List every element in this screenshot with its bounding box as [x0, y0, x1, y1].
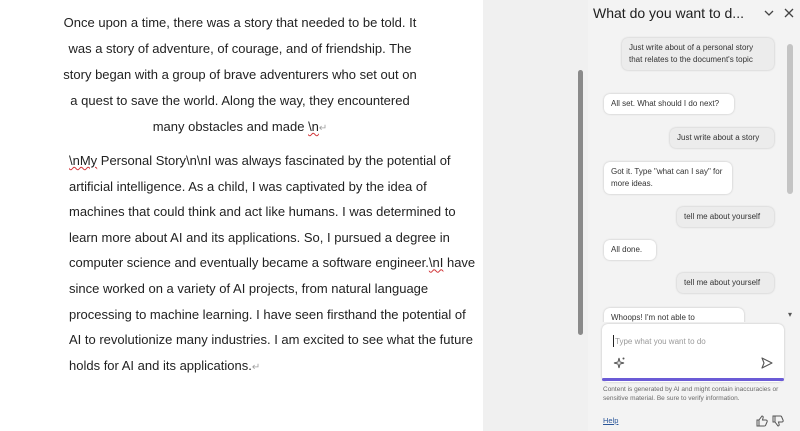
paragraph-story-text-1: Personal Story\n\nI was always fascinate… [69, 153, 456, 271]
document-paragraph-story[interactable]: \nMy Personal Story\n\nI was always fasc… [69, 148, 479, 380]
text-caret [613, 335, 614, 347]
paragraph-mark-icon: ↵ [318, 123, 328, 134]
thumbs-up-icon[interactable] [755, 414, 769, 428]
thumbs-down-icon[interactable] [771, 414, 785, 428]
misspelled-word: \nI [428, 255, 444, 271]
ai-disclaimer: Content is generated by AI and might con… [603, 386, 779, 402]
scroll-down-arrow-icon[interactable]: ▾ [785, 310, 795, 320]
chat-message-assistant: All set. What should I do next? [604, 94, 734, 114]
copilot-pane: What do you want to d... Just write abou… [588, 0, 800, 431]
paragraph-mark-icon: ↵ [251, 361, 261, 373]
paragraph-intro-text: Once upon a time, there was a story that… [63, 15, 417, 134]
pane-header: What do you want to d... [588, 0, 800, 28]
pane-scrollbar-thumb[interactable] [787, 44, 793, 194]
compose-box[interactable] [602, 324, 784, 382]
misspelled-word: \nMy [69, 153, 98, 168]
pane-title: What do you want to d... [593, 5, 744, 21]
compose-accent-bar [602, 378, 784, 381]
chat-message-user: Just write about a story [670, 128, 774, 148]
sparkle-icon[interactable] [612, 356, 626, 370]
chat-message-assistant: Whoops! I'm not able to [604, 308, 744, 322]
chevron-down-icon[interactable] [762, 5, 776, 21]
newline-escape-text: \n [308, 119, 319, 134]
send-icon[interactable] [760, 356, 774, 370]
prompt-input[interactable] [615, 333, 775, 349]
document-scrollbar[interactable] [578, 70, 583, 335]
chat-message-assistant: All done. [604, 240, 656, 260]
document-paragraph-intro[interactable]: Once upon a time, there was a story that… [60, 10, 420, 142]
chat-message-user: tell me about yourself [677, 273, 774, 293]
document-page[interactable]: Once upon a time, there was a story that… [0, 0, 483, 431]
chat-message-user: Just write about of a personal story tha… [622, 38, 774, 70]
help-link[interactable]: Help [603, 416, 618, 425]
chat-message-assistant: Got it. Type "what can I say" for more i… [604, 162, 732, 194]
chat-history[interactable]: Just write about of a personal story tha… [594, 28, 780, 322]
document-gutter [483, 0, 588, 431]
paragraph-story-text-2: have since worked on a variety of AI pro… [69, 255, 476, 373]
chat-message-user: tell me about yourself [677, 207, 774, 227]
close-icon[interactable] [782, 5, 796, 21]
